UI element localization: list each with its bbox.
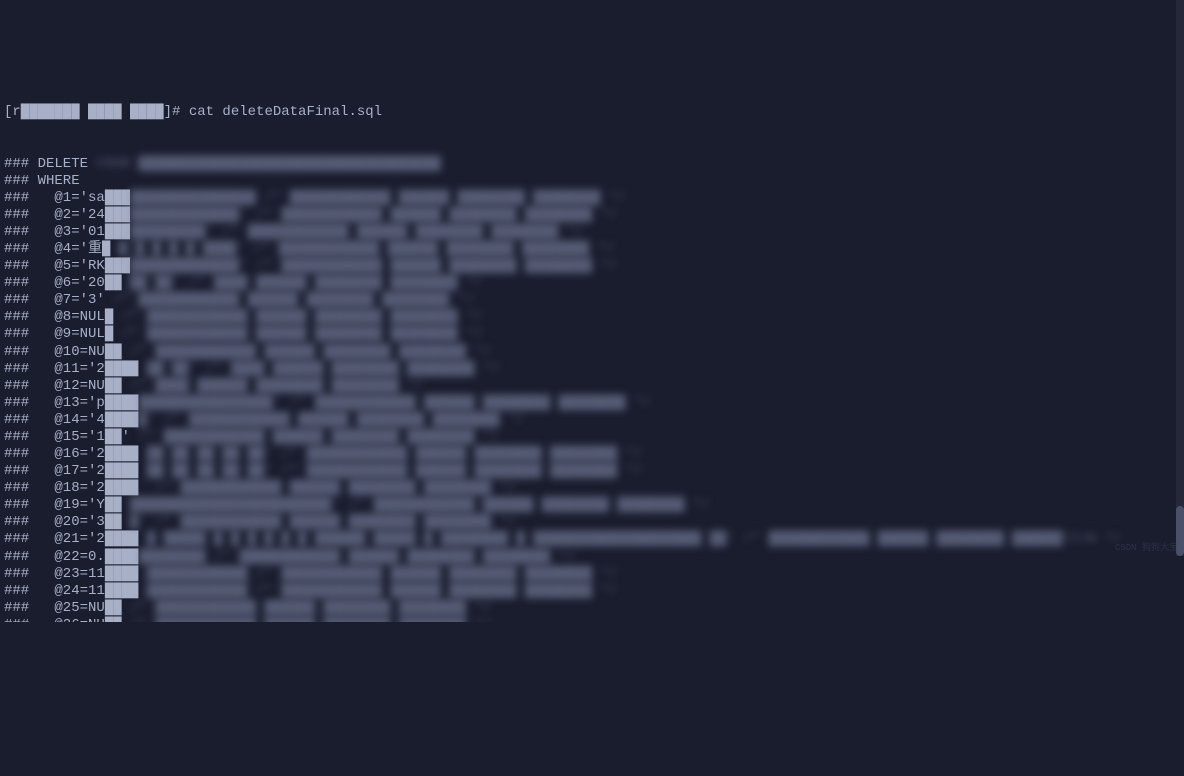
sql-line: ### @25=NU██ /* ████████████ ██████ ████… [4,600,1180,617]
sql-line: ### @1='sa██████████████████ /* ████████… [4,190,1180,207]
sql-line: ### DELETE FROM ████████████████████████… [4,156,1180,173]
sql-line: ### @20='3██ █' /* ████████████ ██████ █… [4,514,1180,531]
sql-line: ### @10=NU██ /* ████████████ ██████ ████… [4,344,1180,361]
sql-line: ### @23=11████.████████████ /* █████████… [4,566,1180,583]
sql-line: ### @17='2████ ██ ██ ██ ██ ██' /* ██████… [4,463,1180,480]
sql-line: ### @11='2████ ██ ██' /* ████ ██████ ███… [4,361,1180,378]
scrollbar-track[interactable] [1176,0,1184,556]
sql-content: ### DELETE FROM ████████████████████████… [4,156,1180,623]
sql-line: ### @18='2████' /* ████████████ ██████ █… [4,480,1180,497]
sql-line: ### @4='重█ █ █ █ █ █ ████' /* ██████████… [4,241,1180,258]
sql-line: ### @24=11████.████████████ /* █████████… [4,583,1180,600]
prompt-line: [r███████ ████ ████]# cat deleteDataFina… [4,104,1180,121]
sql-line: ### @6='20██ ██ ██' /* ████ ██████ █████… [4,275,1180,292]
sql-line: ### @13='p████████████████████' /* █████… [4,395,1180,412]
sql-line: ### @22=0.████████████ /* ████████████ █… [4,549,1180,566]
sql-line: ### @19='Y██ ████████████████████████' /… [4,497,1180,514]
sql-line: ### @14='4█████' /* ████████████ ██████ … [4,412,1180,429]
sql-line: ### @16='2████ ██ ██ ██ ██ ██' /* ██████… [4,446,1180,463]
sql-line: ### @8=NUL█ /* ████████████ ██████ █████… [4,309,1180,326]
sql-line: ### @5='RK████████████████' /* █████████… [4,258,1180,275]
sql-line: ### @21='2████ █ █████ █ █ █ █ █ █ █████… [4,531,1180,548]
sql-line: ### @3='01████████████' /* ████████████ … [4,224,1180,241]
sql-line: ### @2='24████████████████' /* █████████… [4,207,1180,224]
sql-line: ### @15='1██' /* ████████████ ██████ ███… [4,429,1180,446]
watermark: CSDN 狗狗大宝 [1115,543,1178,554]
sql-line: ### @26=NU██ /* ████████████ ██████ ████… [4,617,1180,623]
terminal-output: [r███████ ████ ████]# cat deleteDataFina… [4,70,1180,622]
sql-line: ### @9=NUL█ /* ████████████ ██████ █████… [4,326,1180,343]
sql-line: ### WHERE [4,173,1180,190]
sql-line: ### @7='3' /* ████████████ ██████ ██████… [4,292,1180,309]
sql-line: ### @12=NU██ /* ████ ██████ ████████ ███… [4,378,1180,395]
